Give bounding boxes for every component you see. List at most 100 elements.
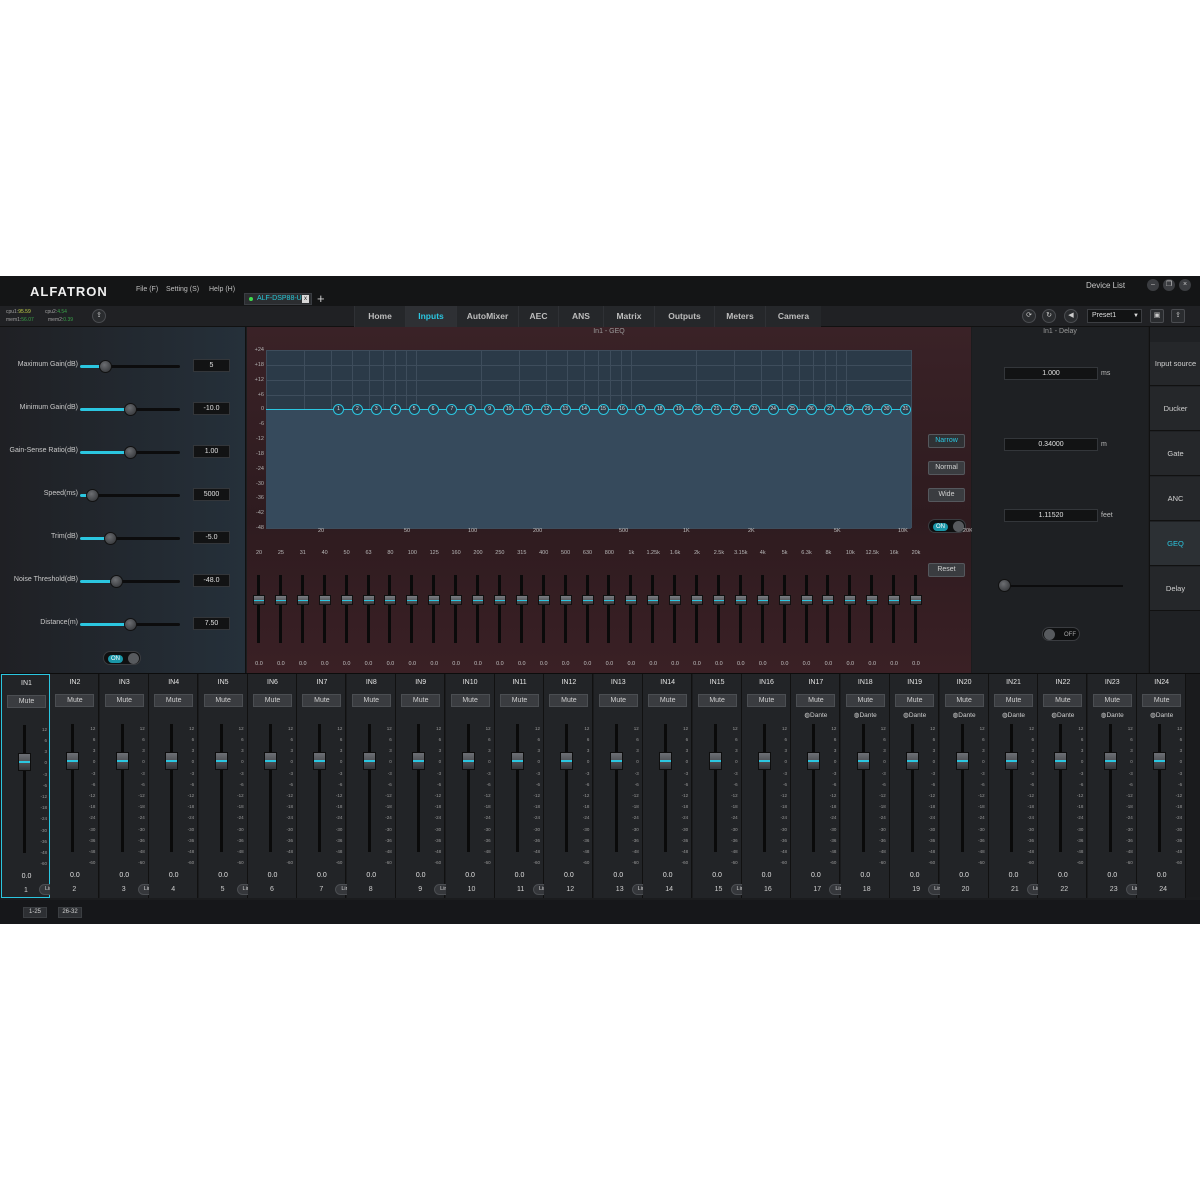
channel-fader-cap[interactable] <box>1103 752 1117 770</box>
channel-gain-value[interactable]: 0.0 <box>945 872 984 879</box>
side-item-input-source[interactable]: Input source <box>1150 342 1200 386</box>
mute-button[interactable]: Mute <box>845 694 885 707</box>
band-gain-fader[interactable] <box>401 573 423 645</box>
fader-cap[interactable] <box>734 595 747 605</box>
band-gain-fader[interactable] <box>686 573 708 645</box>
mute-button[interactable]: Mute <box>500 694 539 707</box>
fader-cap[interactable] <box>910 595 922 605</box>
channel-in1[interactable]: IN1 Mute 12 6 3 0 -3 -6 -12 -18 -24 -30 -36 -48 -60 0.0… <box>1 674 50 898</box>
channel-in21[interactable]: IN21 Mute ◍Dante 12 6 3 0 -3 -6 -12 -18 -24 -30 -36 -4… <box>989 674 1038 898</box>
channel-fader-cap[interactable] <box>906 752 920 770</box>
param-slider-track[interactable] <box>80 618 180 631</box>
delay-slider-knob[interactable] <box>998 579 1011 592</box>
param-value-field[interactable]: 1.00 <box>193 445 230 458</box>
channel-gain-value[interactable]: 0.0 <box>1093 872 1132 879</box>
page-26-32-button[interactable]: 26-32 <box>58 907 82 918</box>
channel-fader-cap[interactable] <box>165 752 179 770</box>
geq-band-node[interactable]: 11 <box>522 404 533 415</box>
band-gain-fader[interactable] <box>445 573 467 645</box>
fader-cap[interactable] <box>296 595 309 605</box>
mute-button[interactable]: Mute <box>253 694 292 707</box>
menu-help[interactable]: Help (H) <box>209 286 235 293</box>
fader-cap[interactable] <box>888 595 901 605</box>
fader-cap[interactable] <box>822 595 835 605</box>
channel-gain-value[interactable]: 0.0 <box>105 872 144 879</box>
mute-button[interactable]: Mute <box>994 694 1033 707</box>
channel-gain-value[interactable]: 0.0 <box>698 872 737 879</box>
fader-cap[interactable] <box>472 595 484 605</box>
band-gain-fader[interactable] <box>270 573 292 645</box>
geq-band-node[interactable]: 25 <box>786 404 798 415</box>
channel-in16[interactable]: IN16 Mute 12 6 3 0 -3 -6 -12 -18 -24 -30 -36 -48 -60 0.… <box>742 674 791 898</box>
param-value-field[interactable]: 7.50 <box>193 617 230 630</box>
channel-fader-cap[interactable] <box>758 752 771 770</box>
channel-gain-value[interactable]: 0.0 <box>154 872 193 879</box>
band-gain-fader[interactable] <box>883 573 905 645</box>
band-gain-fader[interactable] <box>292 573 314 645</box>
delay-enable-toggle[interactable]: OFF <box>1042 627 1080 641</box>
param-value-field[interactable]: -5.0 <box>193 531 230 544</box>
channel-in15[interactable]: IN15 Mute 12 6 3 0 -3 -6 -12 -18 -24 -30 -36 -48 -60 0.… <box>692 674 742 898</box>
channel-in13[interactable]: IN13 Mute 12 6 3 0 -3 -6 -12 -18 -24 -30 -36 -48 -60 0.… <box>593 674 643 898</box>
q-normal-button[interactable]: Normal <box>928 461 965 475</box>
mute-button[interactable]: Mute <box>450 694 490 707</box>
param-slider-knob[interactable] <box>124 446 137 459</box>
band-gain-fader[interactable] <box>861 573 883 645</box>
channel-fader-track[interactable] <box>713 724 717 852</box>
channel-fader-track[interactable] <box>1059 724 1063 852</box>
param-slider-knob[interactable] <box>124 618 137 631</box>
side-item-geq[interactable]: GEQ <box>1150 522 1200 566</box>
channel-in19[interactable]: IN19 Mute ◍Dante 12 6 3 0 -3 -6 -12 -18 -24 -30 -36 -4… <box>890 674 940 898</box>
band-gain-fader[interactable] <box>708 573 730 645</box>
tab-camera[interactable]: Camera <box>765 306 821 327</box>
channel-gain-value[interactable]: 0.0 <box>846 872 885 879</box>
fader-cap[interactable] <box>691 595 703 605</box>
channel-in8[interactable]: IN8 Mute 12 6 3 0 -3 -6 -12 -18 -24 -30 -36 -48 -60 0.0… <box>346 674 396 898</box>
band-gain-fader[interactable] <box>774 573 796 645</box>
channel-in20[interactable]: IN20 Mute ◍Dante 12 6 3 0 -3 -6 -12 -18 -24 -30 -36 -4… <box>939 674 989 898</box>
param-slider-track[interactable] <box>80 532 180 545</box>
geq-band-node[interactable]: 16 <box>616 404 628 415</box>
mute-button[interactable]: Mute <box>7 695 46 708</box>
fader-cap[interactable] <box>340 595 353 605</box>
band-gain-fader[interactable] <box>511 573 533 645</box>
channel-fader-track[interactable] <box>219 724 223 852</box>
channel-fader-track[interactable] <box>1158 724 1162 852</box>
geq-band-node[interactable]: 31 <box>900 404 911 415</box>
refresh-icon[interactable]: ⟳ <box>1022 309 1036 323</box>
delay-feet-field[interactable]: 1.11520 <box>1004 509 1098 522</box>
geq-band-node[interactable]: 5 <box>408 404 420 415</box>
channel-fader-cap[interactable] <box>1153 752 1167 770</box>
geq-band-node[interactable]: 21 <box>711 404 722 415</box>
band-gain-fader[interactable] <box>664 573 686 645</box>
band-gain-fader[interactable] <box>555 573 577 645</box>
channel-in7[interactable]: IN7 Mute 12 6 3 0 -3 -6 -12 -18 -24 -30 -36 -48 -60 0.0… <box>297 674 347 898</box>
export-icon[interactable]: ⇪ <box>1171 309 1185 323</box>
side-item-anc[interactable]: ANC <box>1150 477 1200 521</box>
channel-fader-track[interactable] <box>1108 724 1112 852</box>
channel-fader-track[interactable] <box>960 724 964 852</box>
band-gain-fader[interactable] <box>642 573 664 645</box>
channel-fader-cap[interactable] <box>313 752 327 770</box>
channel-fader-cap[interactable] <box>461 752 475 770</box>
param-slider-track[interactable] <box>80 360 180 373</box>
param-slider-knob[interactable] <box>124 403 137 416</box>
geq-band-node[interactable]: 3 <box>370 404 382 415</box>
channel-fader-cap[interactable] <box>115 752 129 770</box>
menu-setting[interactable]: Setting (S) <box>166 286 199 293</box>
band-gain-fader[interactable] <box>467 573 489 645</box>
band-gain-fader[interactable] <box>248 573 270 645</box>
band-gain-fader[interactable] <box>423 573 445 645</box>
channel-in12[interactable]: IN12 Mute 12 6 3 0 -3 -6 -12 -18 -24 -30 -36 -48 -60 0.… <box>544 674 594 898</box>
fader-cap[interactable] <box>844 595 857 605</box>
param-slider-knob[interactable] <box>99 360 112 373</box>
mute-button[interactable]: Mute <box>648 694 688 707</box>
mute-button[interactable]: Mute <box>549 694 589 707</box>
fader-cap[interactable] <box>406 595 419 605</box>
channel-in14[interactable]: IN14 Mute 12 6 3 0 -3 -6 -12 -18 -24 -30 -36 -48 -60 0.… <box>643 674 693 898</box>
channel-in2[interactable]: IN2 Mute 12 6 3 0 -3 -6 -12 -18 -24 -30 -36 -48 -60 0.0… <box>50 674 100 898</box>
sync-icon[interactable]: ↻ <box>1042 309 1056 323</box>
side-item-gate[interactable]: Gate <box>1150 432 1200 476</box>
geq-band-node[interactable]: 13 <box>559 404 571 415</box>
channel-gain-value[interactable]: 0.0 <box>302 872 341 879</box>
